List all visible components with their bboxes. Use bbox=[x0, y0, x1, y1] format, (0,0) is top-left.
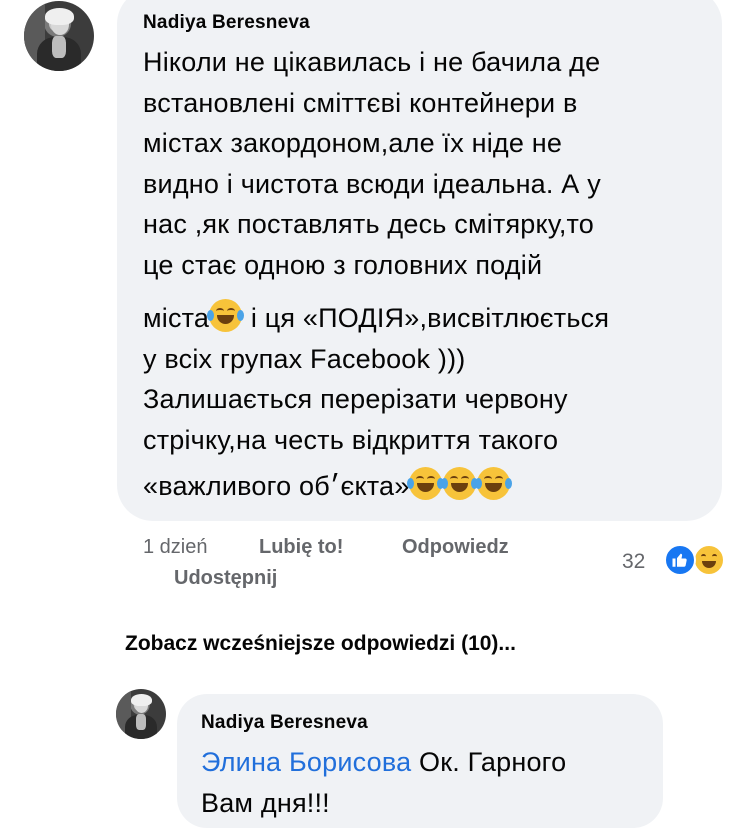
reply-author[interactable]: Nadiya Beresneva bbox=[201, 712, 368, 734]
comment-line: «важливого об׳єкта» bbox=[143, 466, 609, 507]
comment-line-part: міста bbox=[143, 303, 210, 333]
comment-line: стрічку,на честь відкриття такого bbox=[143, 424, 559, 455]
reply-line-part: Ок. Гарного bbox=[411, 747, 567, 777]
comment-text: Ніколи не цікавилась і не бачила де вста… bbox=[143, 42, 609, 507]
reply-line: Вам дня!!! bbox=[201, 788, 330, 818]
reply-text: Элина Борисова Ок. Гарного Вам дня!!! bbox=[201, 742, 566, 824]
like-icon bbox=[664, 544, 696, 576]
see-more-replies-link[interactable]: Zobacz wcześniejsze odpowiedzi (10)... bbox=[125, 632, 516, 656]
avatar[interactable] bbox=[24, 1, 94, 71]
comment-line: нас ,як поставлять десь смітярку,то bbox=[143, 209, 595, 239]
comment-line: у всіх групах Facebook ))) bbox=[143, 343, 466, 374]
comment-author[interactable]: Nadiya Beresneva bbox=[143, 12, 310, 34]
comment-line: міста і ця «ПОДІЯ»,висвітлюється bbox=[143, 298, 609, 339]
reaction-count[interactable]: 32 bbox=[622, 550, 645, 574]
comment-line: це стає одною з головних подій bbox=[143, 249, 543, 280]
comment-line: містах закордоном,але їх ніде не bbox=[143, 128, 563, 158]
reply-line: Элина Борисова Ок. Гарного bbox=[201, 742, 566, 783]
face-with-tears-of-joy-icon bbox=[407, 467, 445, 500]
comment-line: Ніколи не цікавилась і не бачила де bbox=[143, 47, 601, 77]
haha-icon bbox=[693, 544, 725, 576]
share-button[interactable]: Udostępnij bbox=[174, 567, 277, 590]
face-with-tears-of-joy-icon bbox=[475, 467, 513, 500]
comment-line: Залишається перерізати червону bbox=[143, 384, 568, 414]
comment-line-part: «важливого об׳єкта» bbox=[143, 471, 410, 501]
like-button[interactable]: Lubię to! bbox=[259, 536, 343, 559]
face-with-tears-of-joy-icon bbox=[441, 467, 479, 500]
comment-line: встановлені сміттєві контейнери в bbox=[143, 87, 578, 118]
mention-link[interactable]: Элина Борисова bbox=[201, 747, 411, 777]
comment-line-part: і ця «ПОДІЯ»,висвітлюється bbox=[243, 303, 610, 333]
avatar[interactable] bbox=[116, 689, 166, 739]
reply-button[interactable]: Odpowiedz bbox=[402, 536, 509, 559]
face-with-tears-of-joy-icon bbox=[207, 299, 245, 332]
comment-line: видно і чистота всюди ідеальна. А у bbox=[143, 168, 601, 199]
comment-timestamp[interactable]: 1 dzień bbox=[143, 536, 208, 559]
